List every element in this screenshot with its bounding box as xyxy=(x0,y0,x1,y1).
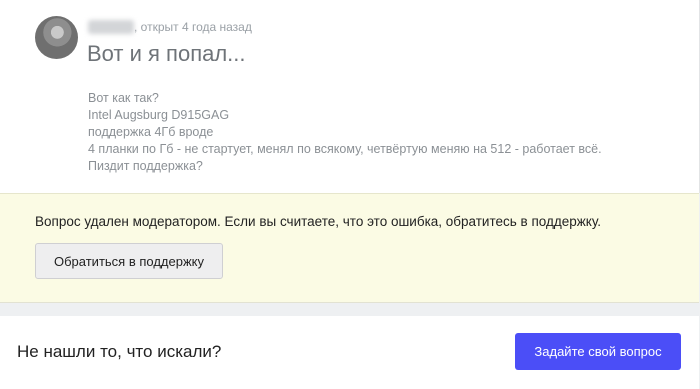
question-body-line: Вот как так? xyxy=(88,91,159,105)
question-body: Вот как так? Intel Augsburg D915GAG подд… xyxy=(88,90,602,175)
contact-support-button[interactable]: Обратиться в поддержку xyxy=(35,243,223,279)
question-opened-time: , открыт 4 года назад xyxy=(134,20,252,34)
question-body-line: Intel Augsburg D915GAG xyxy=(88,108,230,122)
question-meta: mrxxxxx, открыт 4 года назад xyxy=(88,20,252,34)
author-avatar[interactable] xyxy=(35,16,78,59)
question-card: mrxxxxx, открыт 4 года назад Вот и я поп… xyxy=(0,0,700,193)
moderation-notice: Вопрос удален модератором. Если вы счита… xyxy=(0,193,699,303)
ask-question-button[interactable]: Задайте свой вопрос xyxy=(515,333,681,370)
question-title: Вот и я попал... xyxy=(87,41,246,66)
author-name[interactable]: mrxxxxx xyxy=(88,20,134,34)
question-body-line: 4 планки по Гб - не стартует, менял по в… xyxy=(88,142,602,156)
question-body-line: поддержка 4Гб вроде xyxy=(88,125,214,139)
not-found-prompt: Не нашли то, что искали? xyxy=(17,342,222,361)
question-body-line: Пиздит поддержка? xyxy=(88,159,203,173)
moderation-notice-text: Вопрос удален модератором. Если вы счита… xyxy=(35,214,602,229)
ask-question-banner: Не нашли то, что искали? Задайте свой во… xyxy=(0,316,699,389)
